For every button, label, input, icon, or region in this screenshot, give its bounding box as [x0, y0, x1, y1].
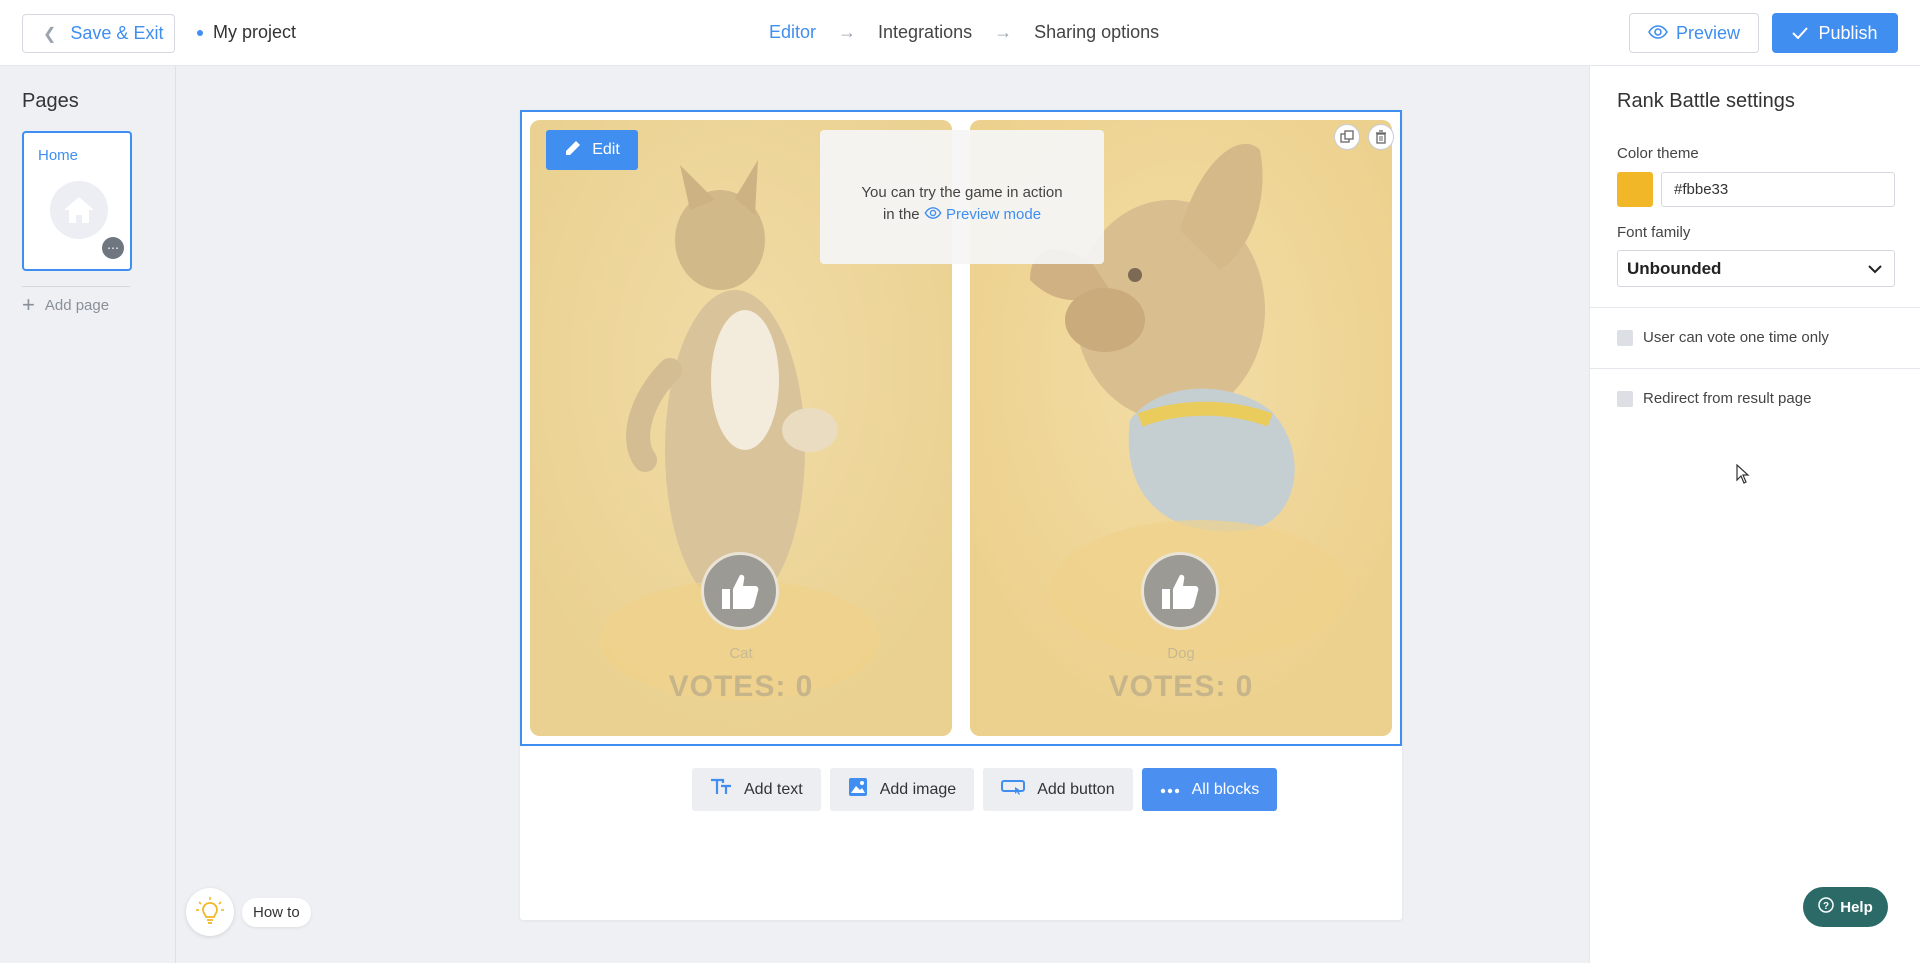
how-to-widget[interactable]: How to [186, 888, 311, 936]
checkbox[interactable] [1617, 329, 1633, 346]
publish-button[interactable]: Publish [1772, 13, 1898, 53]
more-options-icon[interactable]: ⋯ [102, 237, 124, 259]
all-blocks-button[interactable]: All blocks [1141, 768, 1278, 811]
redirect-checkbox[interactable]: Redirect from result page [1617, 390, 1811, 407]
more-dots-icon [1160, 781, 1180, 799]
project-name-label: My project [213, 22, 297, 42]
page-label: Home [38, 147, 79, 164]
help-button[interactable]: ? Help [1803, 887, 1888, 927]
add-page-label: Add page [44, 296, 110, 314]
pencil-icon [564, 139, 582, 162]
tip-line-1: You can try the game in action [861, 184, 1063, 201]
step-navigation: Editor → Integrations → Sharing options [769, 22, 1159, 43]
text-icon [710, 778, 732, 801]
save-exit-button[interactable]: ❮ Save & Exit [22, 14, 175, 53]
add-text-button[interactable]: Add text [692, 768, 821, 811]
svg-text:?: ? [1823, 901, 1829, 912]
checkbox[interactable] [1617, 390, 1633, 407]
duplicate-icon[interactable] [1334, 124, 1360, 150]
votes-count: VOTES: 0 [668, 670, 814, 703]
font-family-value: Unbounded [1627, 258, 1722, 278]
font-family-select[interactable]: Unbounded [1617, 250, 1895, 287]
rank-battle-block[interactable]: Cat VOTES: 0 Dog VOTES: 0 Edit You can t… [520, 110, 1402, 746]
chevron-left-icon: ❮ [43, 25, 57, 43]
save-exit-label: Save & Exit [70, 23, 164, 43]
color-swatch[interactable] [1617, 172, 1653, 207]
divider [1590, 368, 1920, 369]
preview-label: Preview [1675, 22, 1741, 43]
add-blocks-toolbar: Add text Add image Add button All blocks [692, 768, 1278, 811]
how-to-label: How to [242, 897, 311, 927]
question-icon: ? [1818, 897, 1834, 917]
thumbs-up-icon[interactable] [1141, 552, 1219, 630]
button-icon [1001, 779, 1026, 800]
check-icon [1792, 23, 1809, 44]
arrow-right-icon: → [994, 22, 1013, 42]
step-editor[interactable]: Editor [769, 22, 816, 43]
color-hex-input[interactable] [1661, 172, 1895, 207]
font-family-label: Font family [1617, 224, 1691, 241]
add-page-button[interactable]: + Add page [22, 292, 109, 318]
divider [22, 286, 130, 287]
settings-title: Rank Battle settings [1617, 90, 1795, 112]
thumbs-up-icon[interactable] [701, 552, 779, 630]
color-theme-label: Color theme [1617, 145, 1699, 162]
vote-once-checkbox[interactable]: User can vote one time only [1617, 329, 1829, 346]
add-button-button[interactable]: Add button [983, 768, 1133, 811]
edit-label: Edit [592, 141, 620, 158]
image-icon [848, 777, 868, 802]
publish-label: Publish [1818, 22, 1878, 43]
eye-icon [924, 207, 942, 219]
home-icon [50, 181, 108, 239]
step-sharing-options[interactable]: Sharing options [1034, 22, 1159, 43]
pages-panel: Pages Home ⋯ + Add page [0, 66, 176, 963]
votes-count: VOTES: 0 [1108, 670, 1254, 703]
project-name[interactable]: My project [197, 22, 296, 43]
page-thumbnail-home[interactable]: Home ⋯ [22, 131, 132, 271]
eye-icon [1648, 23, 1668, 44]
top-bar: ❮ Save & Exit My project Editor → Integr… [0, 0, 1920, 66]
project-status-dot [197, 29, 203, 36]
pages-title: Pages [22, 90, 79, 112]
plus-icon: + [22, 292, 35, 317]
preview-tip: You can try the game in action in the Pr… [820, 130, 1104, 264]
tip-line-2: in the Preview mode [882, 206, 1042, 223]
preview-mode-link[interactable]: Preview mode [924, 206, 1041, 223]
item-name: Dog [1167, 645, 1195, 662]
edit-button[interactable]: Edit [546, 130, 638, 170]
step-integrations[interactable]: Integrations [878, 22, 972, 43]
divider [1590, 307, 1920, 308]
mouse-cursor-icon [1736, 463, 1750, 489]
arrow-right-icon: → [838, 22, 857, 42]
trash-icon[interactable] [1368, 124, 1394, 150]
settings-panel: Rank Battle settings Color theme Font fa… [1589, 66, 1920, 963]
chevron-down-icon [1868, 259, 1882, 279]
lightbulb-icon [186, 888, 234, 936]
add-image-button[interactable]: Add image [829, 768, 975, 811]
item-name: Cat [729, 645, 753, 662]
preview-button[interactable]: Preview [1629, 13, 1759, 53]
